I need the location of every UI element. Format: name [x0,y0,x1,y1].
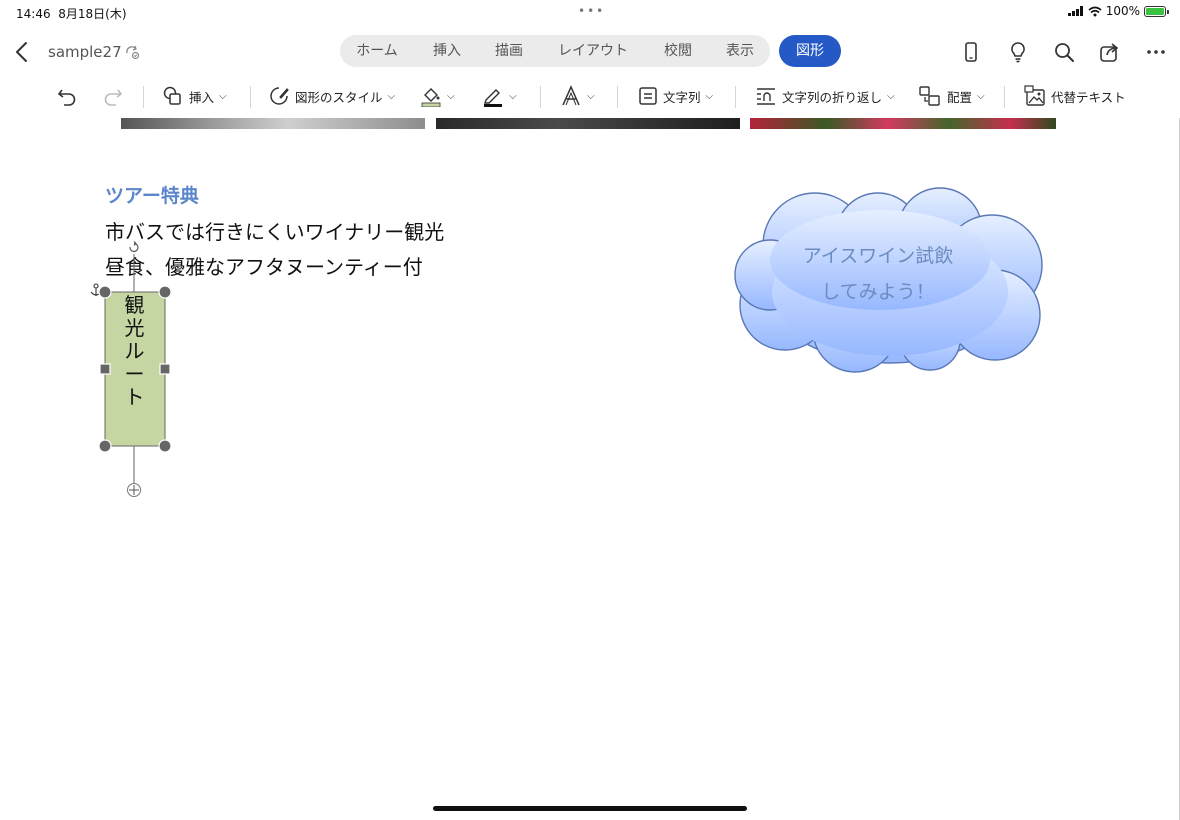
divider [1004,86,1005,108]
text-columns-button[interactable]: 文字列 ⌵ [638,74,713,118]
cloud-text: アイスワイン試飲 してみよう！ [760,238,996,310]
move-handle-icon[interactable] [127,483,141,497]
redo-button[interactable] [102,74,124,118]
resize-handle-top-left[interactable] [98,285,112,299]
insert-shape-button[interactable]: 挿入 ⌵ [162,74,227,118]
shapes-icon [163,86,181,105]
arrange-button[interactable]: 配置 ⌵ [918,74,985,118]
chevron-down-icon: ⌵ [977,90,985,102]
cloud-text-line-1: アイスワイン試飲 [802,245,954,267]
alt-text-label: 代替テキスト [1051,89,1126,105]
chevron-down-icon: ⌵ [887,90,895,102]
chevron-down-icon: ⌵ [705,90,714,102]
lightbulb-icon[interactable] [1006,40,1030,64]
undo-icon [57,89,76,106]
vertical-box-text: 観光ルート [124,293,145,409]
divider [617,86,618,108]
home-indicator[interactable] [433,806,747,811]
arrange-label: 配置 [947,89,973,105]
tab-layout[interactable]: レイアウト [548,35,638,67]
text-wrap-label: 文字列の折り返し [782,89,883,105]
document-name[interactable]: sample27 [48,43,122,61]
tab-review[interactable]: 校閲 [652,35,704,67]
text-effects-button[interactable]: ⌵ [560,74,595,118]
divider [735,86,736,108]
chevron-down-icon: ⌵ [447,90,455,102]
chevron-down-icon: ⌵ [587,90,595,102]
tab-home[interactable]: ホーム [348,35,406,67]
resize-handle-right[interactable] [159,363,171,375]
shape-style-label: 図形のスタイル [295,89,383,105]
line-color-button[interactable]: ⌵ [482,74,517,118]
alt-text-image-icon [1024,85,1045,106]
date: 8月18日(木) [58,7,127,21]
battery-percent: 100% [1105,4,1140,18]
phone-view-icon[interactable] [959,40,983,64]
multitask-dots-icon[interactable]: ••• [578,4,605,18]
divider [540,86,541,108]
resize-handle-bottom-left[interactable] [98,439,112,453]
more-icon[interactable] [1144,40,1168,64]
resize-handle-bottom-right[interactable] [158,439,172,453]
ribbon-tab-group: ホーム 挿入 描画 レイアウト 校閲 表示 [340,35,770,67]
signal-icon [1067,6,1083,16]
wrap-text-icon [757,88,775,105]
tab-insert[interactable]: 挿入 [420,35,474,67]
shape-style-button[interactable]: 図形のスタイル ⌵ [268,74,395,118]
tab-view[interactable]: 表示 [716,35,764,67]
divider [250,86,251,108]
tab-shape[interactable]: 図形 [779,35,841,67]
share-icon[interactable] [1098,40,1122,64]
text-box-icon [639,87,657,105]
text-columns-label: 文字列 [663,89,701,105]
ribbon-toolbar: 挿入 ⌵ 図形のスタイル ⌵ ⌵ ⌵ ⌵ 文字列 ⌵ 文字列の折り返し ⌵ 配置… [0,74,1180,118]
status-right: 100% [1067,4,1169,18]
chevron-down-icon: ⌵ [509,90,517,102]
resize-handle-left[interactable] [99,363,111,375]
search-icon[interactable] [1052,40,1076,64]
pen-icon [484,89,502,107]
clock: 14:46 [16,7,51,21]
shape-style-icon [270,87,289,105]
text-wrap-button[interactable]: 文字列の折り返し ⌵ [755,74,895,118]
photo-strip-1[interactable] [121,118,425,129]
redo-icon [104,89,123,106]
divider [143,86,144,108]
rotate-handle-icon[interactable] [128,241,140,255]
photo-strip-3[interactable] [750,118,1056,129]
alt-text-button[interactable]: 代替テキスト [1024,74,1126,118]
cloud-text-line-2: してみよう！ [821,281,935,303]
resize-handle-top-right[interactable] [158,285,172,299]
battery-icon [1144,5,1169,17]
autosave-status-icon [126,45,140,60]
insert-label: 挿入 [189,89,215,105]
fill-color-button[interactable]: ⌵ [420,74,455,118]
back-chevron-icon[interactable] [12,40,32,64]
wifi-icon [1088,6,1102,16]
tab-draw[interactable]: 描画 [482,35,536,67]
paint-bucket-icon [421,88,441,107]
text-outline-icon [562,85,580,106]
status-time: 14:46 8月18日(木) [16,5,127,22]
arrange-icon [919,86,940,106]
title-bar: sample27 ホーム 挿入 描画 レイアウト 校閲 表示 図形 [0,30,1180,74]
undo-button[interactable] [56,74,78,118]
chevron-down-icon: ⌵ [387,90,396,102]
heading-tour-benefits[interactable]: ツアー特典 [105,181,199,208]
chevron-down-icon: ⌵ [219,90,227,102]
status-bar: 14:46 8月18日(木) ••• 100% [0,0,1180,24]
photo-strip-2[interactable] [436,118,740,129]
